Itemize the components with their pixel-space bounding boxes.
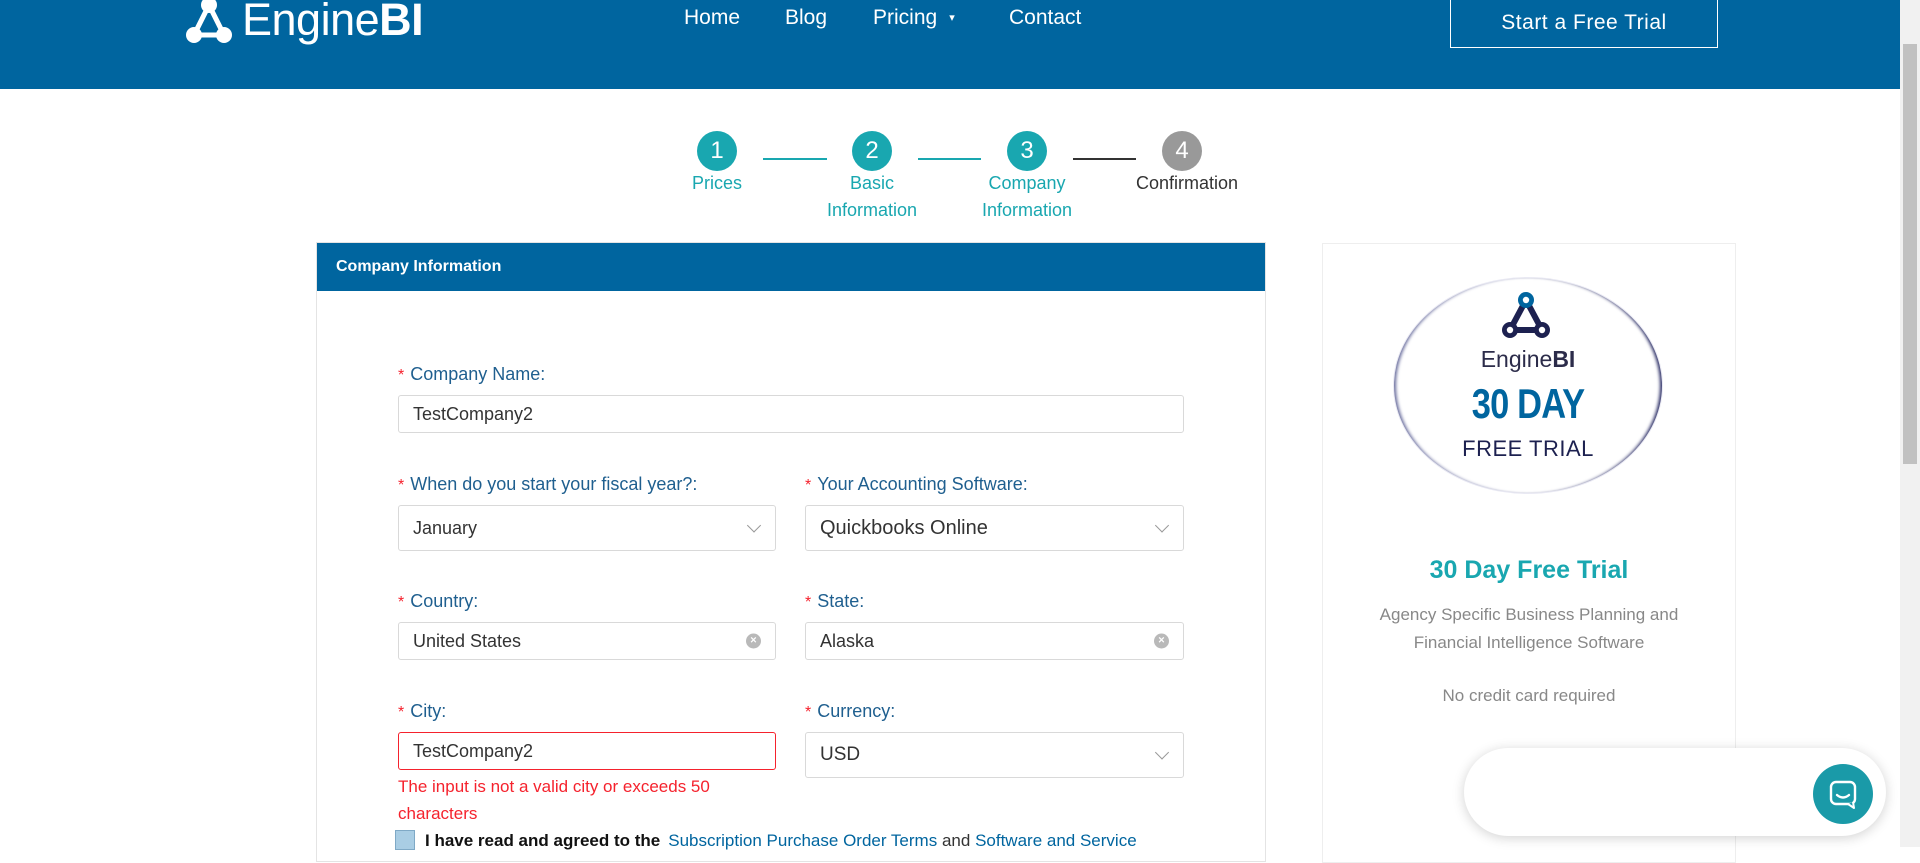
required-asterisk: *	[398, 594, 405, 611]
company-name-value: TestCompany2	[413, 403, 534, 424]
city-input[interactable]: TestCompany2	[398, 732, 776, 770]
enginebi-logo-icon	[1502, 292, 1550, 338]
state-value: Alaska	[820, 630, 875, 651]
accounting-software-label-text: Your Accounting Software:	[817, 474, 1028, 494]
badge-free-trial: FREE TRIAL	[1462, 436, 1594, 461]
fiscal-year-label: * When do you start your fiscal year?:	[398, 474, 697, 495]
required-asterisk: *	[805, 704, 812, 721]
required-asterisk: *	[398, 477, 405, 494]
logo-wordmark: EngineBI	[242, 0, 424, 45]
software-service-link[interactable]: Software and Service	[975, 831, 1137, 850]
currency-select[interactable]: USD	[805, 732, 1184, 778]
step-3-label: Company Information	[972, 170, 1082, 224]
required-asterisk: *	[805, 477, 812, 494]
step-connector-1	[763, 158, 827, 160]
fiscal-year-select[interactable]: January	[398, 505, 776, 551]
country-select[interactable]: United States ×	[398, 622, 776, 660]
step-1-circle: 1	[697, 131, 737, 171]
chevron-down-icon	[746, 518, 762, 533]
caret-down-icon: ▾	[949, 12, 955, 24]
nav-pricing[interactable]: Pricing ▾	[873, 6, 955, 30]
chat-launcher-button[interactable]	[1813, 764, 1873, 824]
terms-checkbox[interactable]	[395, 830, 415, 850]
city-error-message: The input is not a valid city or exceeds…	[398, 777, 710, 823]
badge-brand: EngineBI	[1394, 346, 1662, 373]
accounting-software-select[interactable]: Quickbooks Online	[805, 505, 1184, 551]
scrollbar-thumb[interactable]	[1903, 44, 1917, 464]
step-2-label-line2: Information	[826, 200, 918, 220]
city-label: * City:	[398, 701, 446, 722]
step-1-label: Prices	[662, 170, 772, 197]
city-label-text: City:	[410, 701, 447, 721]
state-select[interactable]: Alaska ×	[805, 622, 1184, 660]
accounting-software-value: Quickbooks Online	[820, 516, 988, 539]
step-1-label-line1: Prices	[691, 173, 742, 193]
subscription-terms-link[interactable]: Subscription Purchase Order Terms	[668, 831, 937, 850]
company-name-label-text: Company Name:	[410, 364, 546, 384]
card-title: Company Information	[317, 243, 1265, 291]
currency-label: * Currency:	[805, 701, 895, 722]
step-3-circle: 3	[1007, 131, 1047, 171]
step-2-label: Basic Information	[817, 170, 927, 224]
company-name-input[interactable]: TestCompany2	[398, 395, 1184, 433]
fiscal-year-value: January	[413, 517, 478, 538]
top-navigation-bar: EngineBI Home Blog Pricing ▾ Contact Star…	[0, 0, 1920, 89]
step-2-label-line1: Basic	[849, 173, 894, 193]
accounting-software-label: * Your Accounting Software:	[805, 474, 1028, 495]
country-label: * Country:	[398, 591, 478, 612]
city-value: TestCompany2	[413, 740, 534, 761]
nav-blog[interactable]: Blog	[785, 6, 827, 30]
terms-prefix: I have read and agreed to the	[425, 831, 661, 850]
step-connector-2	[918, 158, 981, 160]
step-4-label-line1: Confirmation	[1135, 173, 1239, 193]
start-free-trial-button[interactable]: Start a Free Trial	[1450, 0, 1718, 48]
trial-title: 30 Day Free Trial	[1429, 556, 1629, 584]
badge-brand-bold: BI	[1552, 346, 1576, 372]
country-value: United States	[413, 630, 522, 651]
fiscal-year-label-text: When do you start your fiscal year?:	[410, 474, 698, 494]
nav-contact[interactable]: Contact	[1009, 6, 1081, 30]
nav-home[interactable]: Home	[684, 6, 740, 30]
step-connector-3	[1073, 158, 1136, 160]
currency-label-text: Currency:	[817, 701, 896, 721]
step-4-label: Confirmation	[1131, 170, 1243, 197]
chevron-down-icon	[1154, 518, 1170, 533]
company-name-label: * Company Name:	[398, 364, 545, 385]
terms-agreement: I have read and agreed to the Subscriptio…	[395, 830, 1137, 851]
trial-description: Agency Specific Business Planning and Fi…	[1379, 605, 1679, 652]
required-asterisk: *	[805, 594, 812, 611]
terms-joiner: and	[941, 831, 971, 850]
step-3-label-line2: Information	[981, 200, 1073, 220]
badge-30-day: 30 DAY	[1471, 380, 1585, 427]
enginebi-logo[interactable]: EngineBI	[178, 0, 424, 50]
chat-icon	[1829, 780, 1857, 809]
clear-icon[interactable]: ×	[1154, 633, 1169, 649]
required-asterisk: *	[398, 367, 405, 384]
no-credit-card-note: No credit card required	[1442, 686, 1616, 705]
currency-value: USD	[820, 744, 861, 765]
country-label-text: Country:	[410, 591, 479, 611]
state-label: * State:	[805, 591, 864, 612]
enginebi-logo-icon	[186, 0, 232, 43]
nav-pricing-label: Pricing	[873, 6, 938, 29]
step-4-circle: 4	[1162, 131, 1202, 171]
state-label-text: State:	[817, 591, 865, 611]
clear-icon[interactable]: ×	[746, 633, 761, 649]
badge-brand-light: Engine	[1480, 346, 1553, 372]
step-3-label-line1: Company	[988, 173, 1066, 193]
chevron-down-icon	[1154, 745, 1170, 760]
required-asterisk: *	[398, 704, 405, 721]
step-2-circle: 2	[852, 131, 892, 171]
